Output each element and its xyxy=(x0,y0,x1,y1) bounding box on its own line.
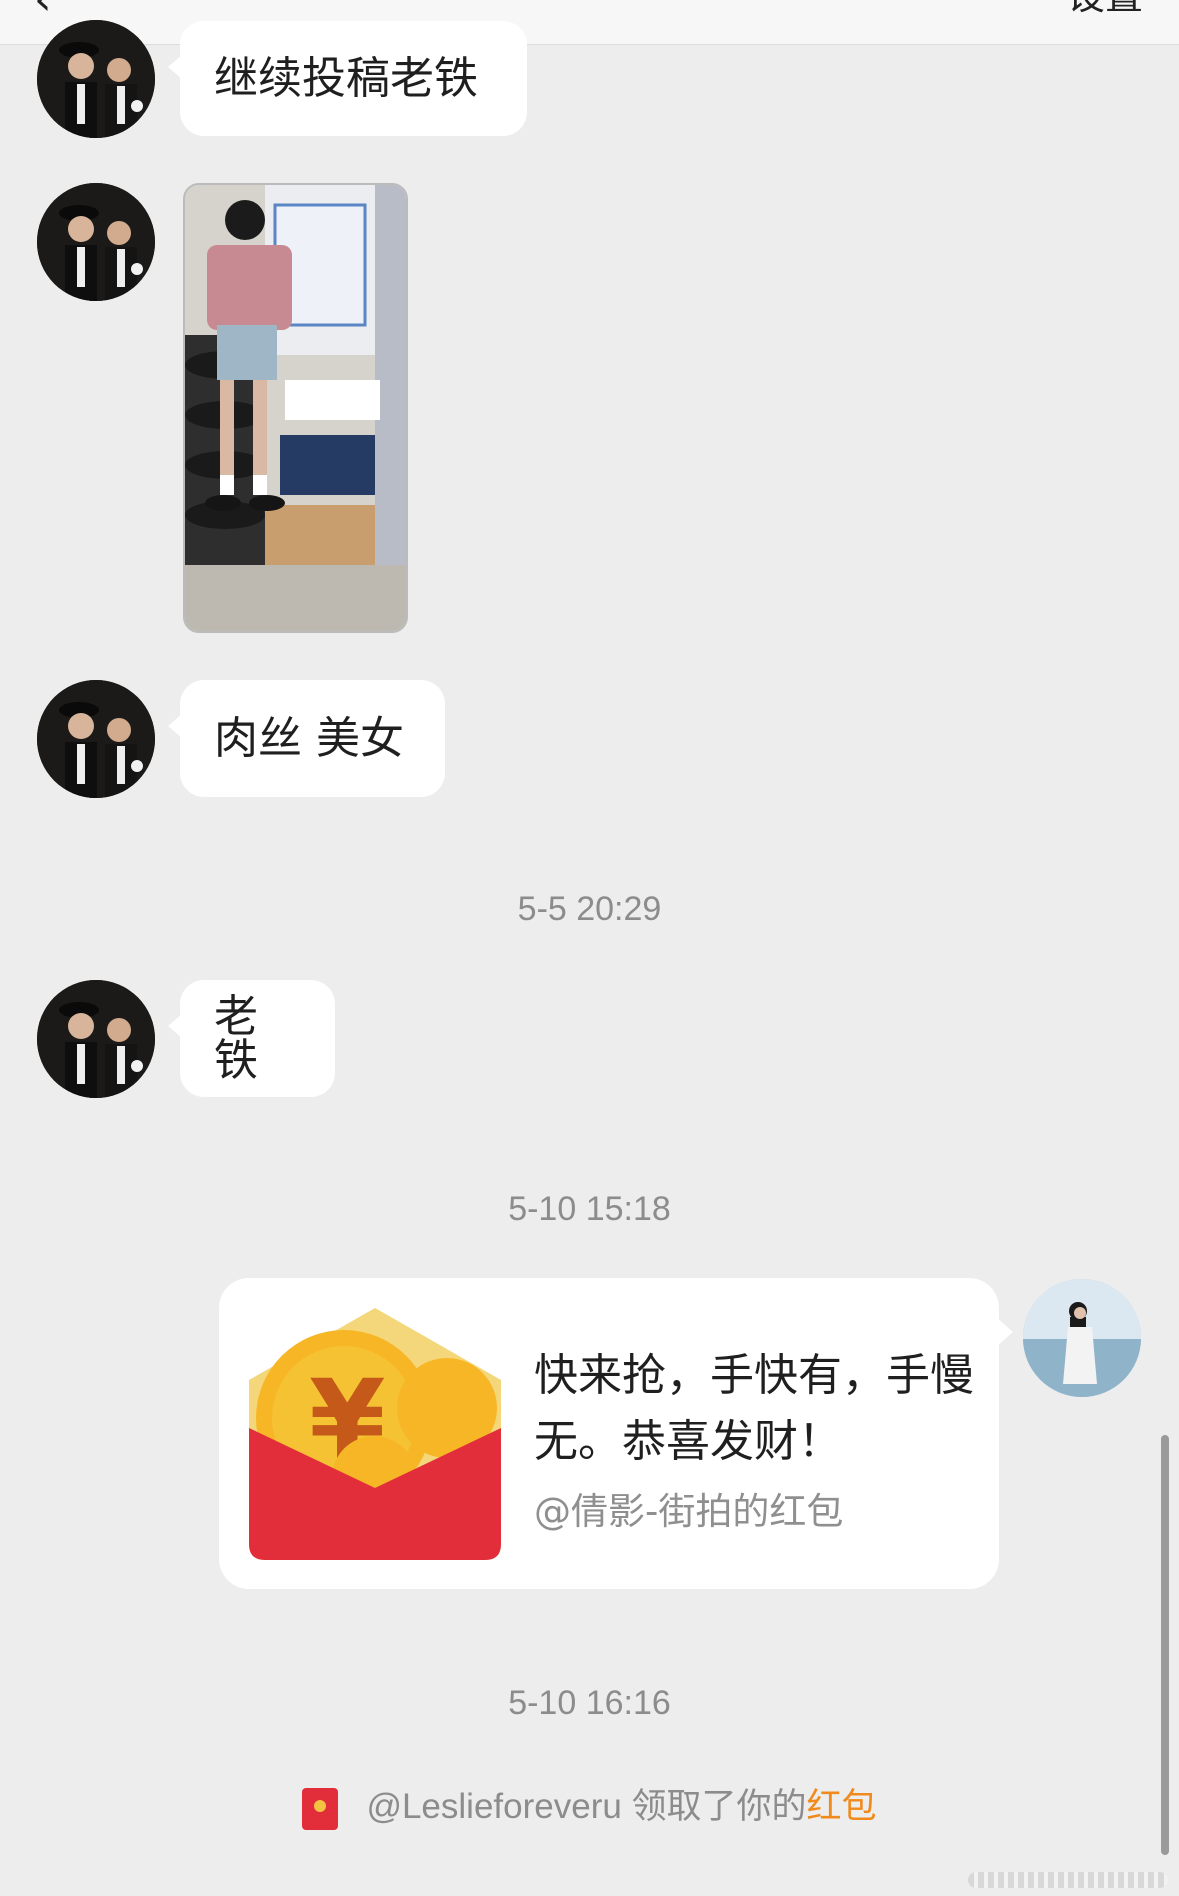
red-envelope-icon: ¥ xyxy=(249,1308,501,1560)
contact-avatar[interactable] xyxy=(37,183,155,301)
message-bubble[interactable]: 肉丝 美女 xyxy=(168,680,445,797)
red-packet-greeting: 快来抢，手快有，手慢无。恭喜发财！ xyxy=(534,1350,974,1467)
message-bubble[interactable]: 继续投稿老铁 xyxy=(168,21,527,136)
claim-action-text: 领取了你的 xyxy=(621,1787,807,1826)
chevron-left-icon[interactable]: ‹ xyxy=(34,0,52,22)
claimer-username[interactable]: @Leslieforeveru xyxy=(366,1787,621,1826)
scrollbar[interactable] xyxy=(1161,1435,1169,1855)
contact-avatar[interactable] xyxy=(37,20,155,138)
red-packet-message[interactable]: ¥ 快来抢，手快有，手慢无。恭喜发财！ @倩影-街拍的红包 xyxy=(219,1278,1013,1589)
chat-title xyxy=(340,0,840,14)
red-packet-claim-notice: @Leslieforeveru 领取了你的红包 xyxy=(0,1778,1179,1830)
my-avatar[interactable] xyxy=(1023,1279,1141,1397)
red-packet-link[interactable]: 红包 xyxy=(807,1787,877,1826)
timestamp: 5-5 20:29 xyxy=(517,890,662,928)
red-packet-sender: @倩影-街拍的红包 xyxy=(534,1490,844,1533)
timestamp: 5-10 15:18 xyxy=(508,1190,671,1228)
message-photo[interactable] xyxy=(183,183,408,633)
top-nav-bar: ‹ 设置 xyxy=(0,0,1179,45)
red-envelope-icon xyxy=(302,1787,339,1830)
home-indicator xyxy=(968,1872,1168,1888)
contact-avatar[interactable] xyxy=(37,680,155,798)
settings-button[interactable]: 设置 xyxy=(1067,0,1143,18)
message-text: 老铁 xyxy=(214,990,258,1086)
timestamp: 5-10 16:16 xyxy=(508,1684,671,1722)
message-text: 肉丝 美女 xyxy=(214,712,404,764)
message-text: 继续投稿老铁 xyxy=(214,52,478,104)
contact-avatar[interactable] xyxy=(37,980,155,1098)
message-bubble[interactable]: 老铁 xyxy=(168,980,335,1097)
